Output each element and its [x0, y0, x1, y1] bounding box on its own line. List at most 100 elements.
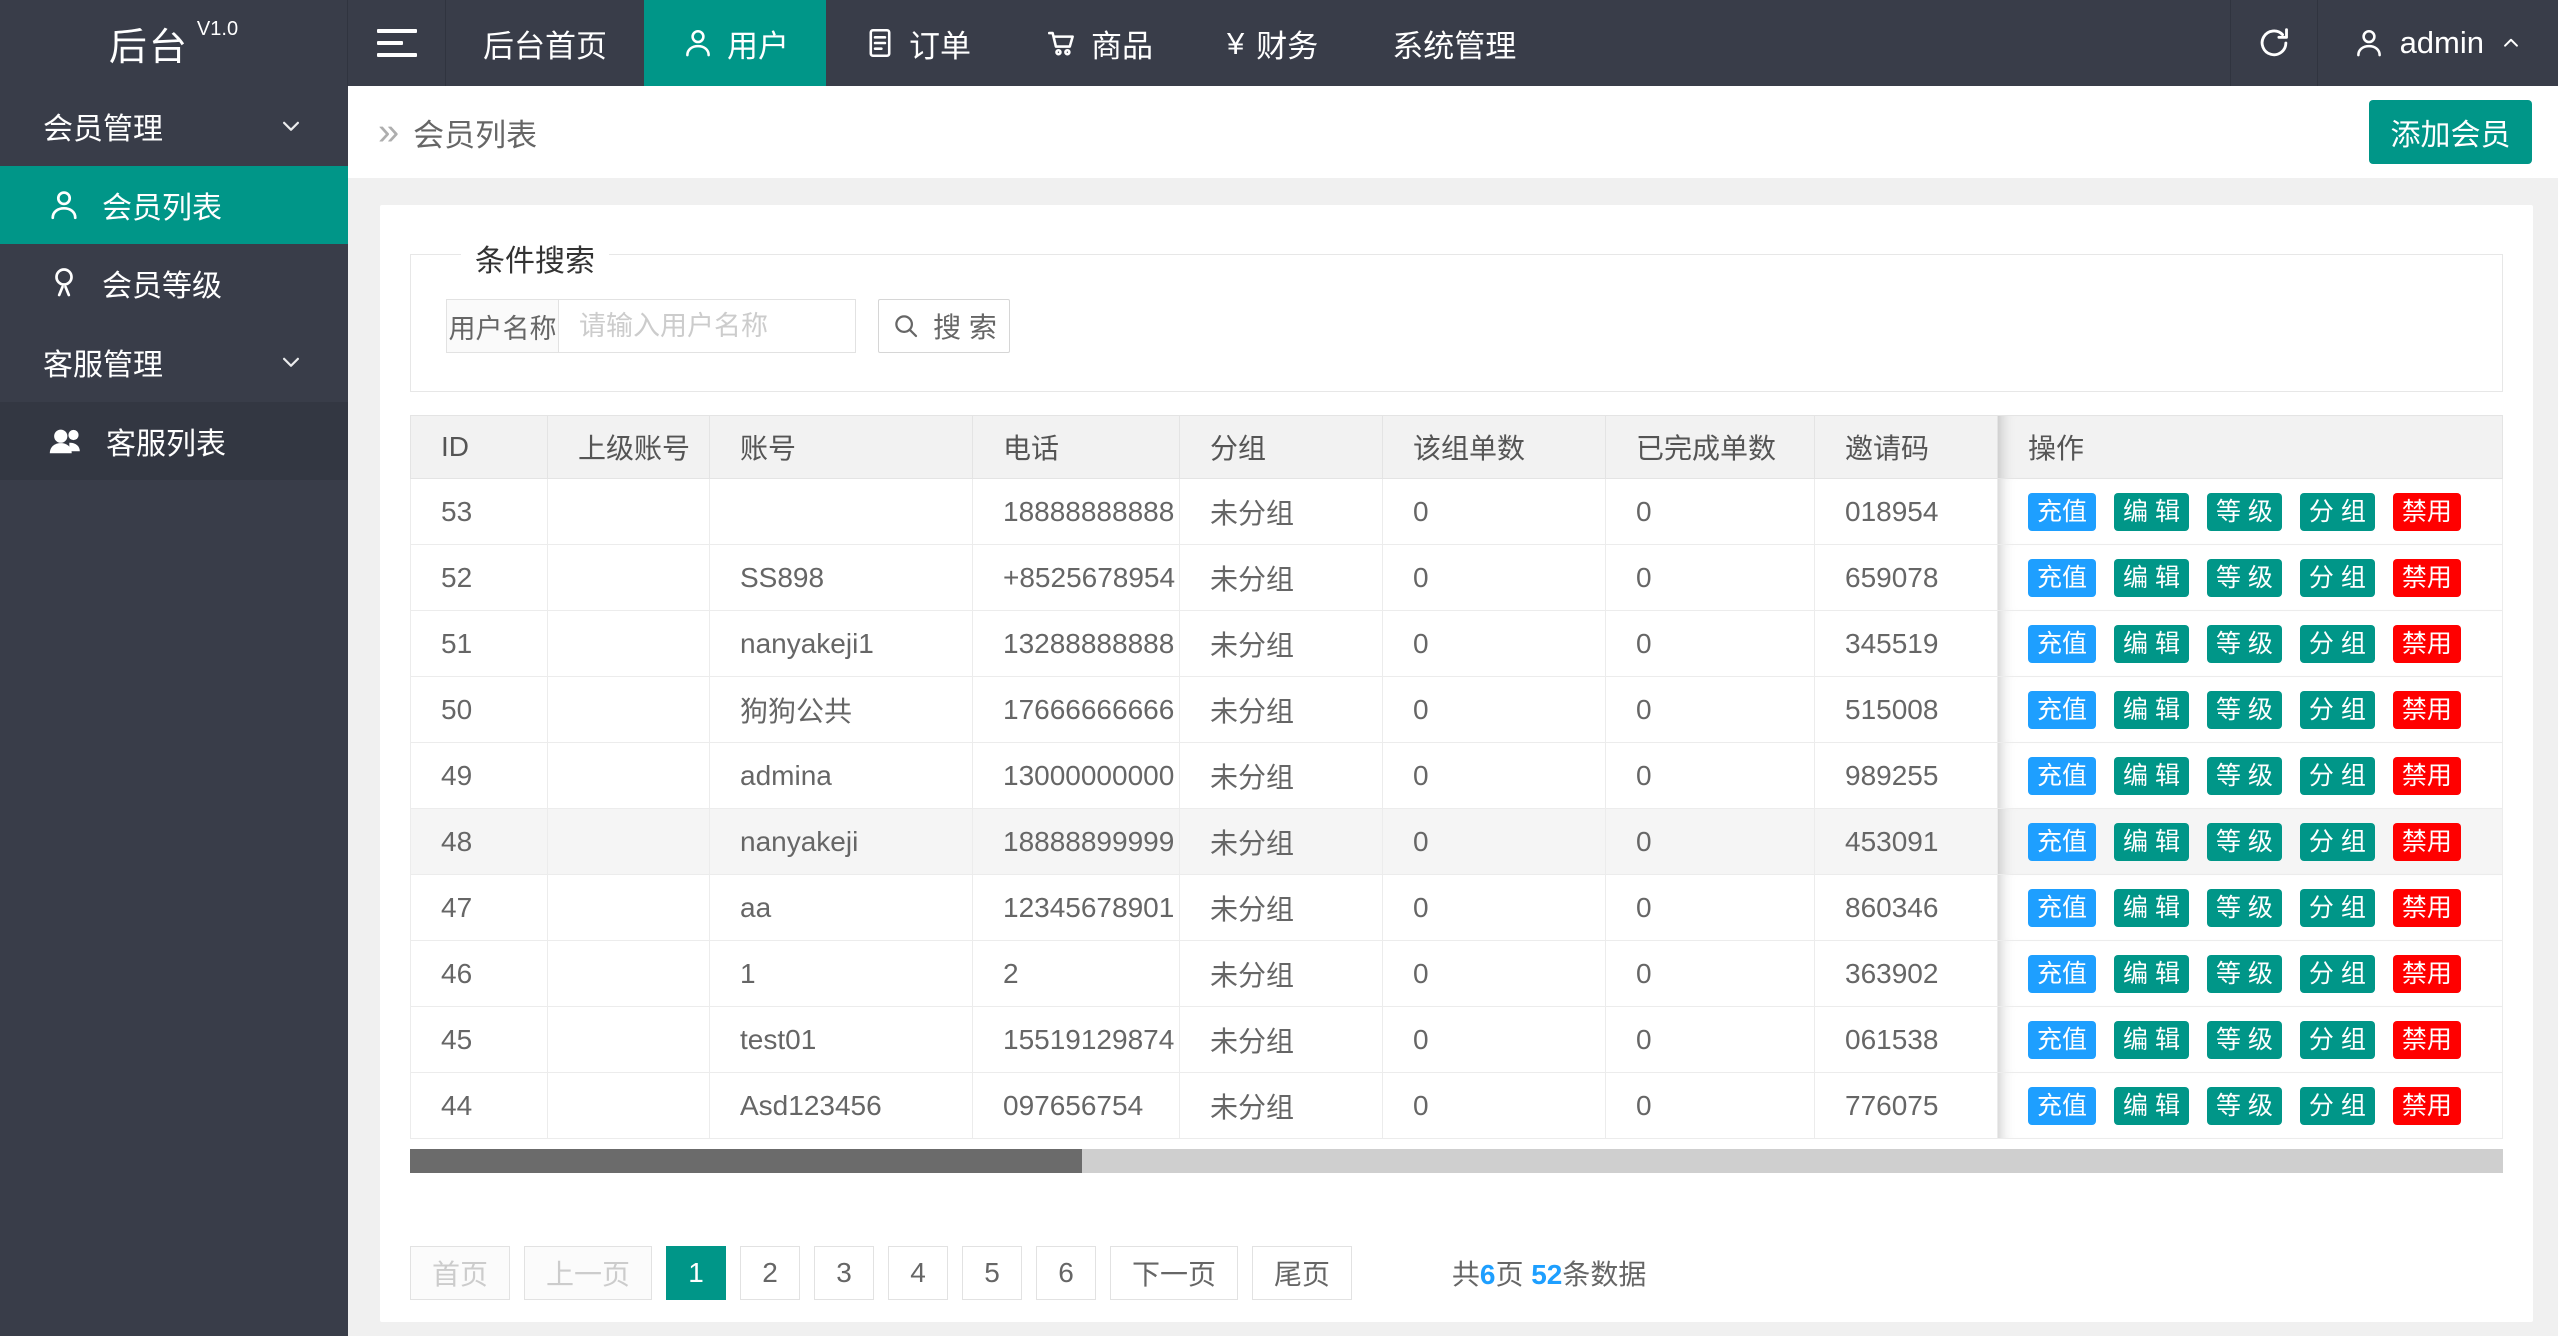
- group-button[interactable]: 分 组: [2300, 1087, 2375, 1125]
- cell-account: Asd123456: [710, 1073, 973, 1139]
- cell-id: 48: [411, 809, 548, 875]
- edit-button[interactable]: 编 辑: [2114, 559, 2189, 597]
- edit-button[interactable]: 编 辑: [2114, 1021, 2189, 1059]
- refresh-button[interactable]: [2230, 0, 2318, 86]
- recharge-button[interactable]: 充值: [2028, 1087, 2096, 1125]
- sidebar-group-3[interactable]: 客服管理: [0, 322, 348, 402]
- page-button-6[interactable]: 6: [1036, 1246, 1096, 1300]
- page-button-尾页[interactable]: 尾页: [1252, 1246, 1352, 1300]
- level-button[interactable]: 等 级: [2207, 955, 2282, 993]
- group-button[interactable]: 分 组: [2300, 625, 2375, 663]
- recharge-button[interactable]: 充值: [2028, 823, 2096, 861]
- edit-button[interactable]: 编 辑: [2114, 889, 2189, 927]
- page-button-1[interactable]: 1: [666, 1246, 726, 1300]
- level-button[interactable]: 等 级: [2207, 559, 2282, 597]
- level-button[interactable]: 等 级: [2207, 757, 2282, 795]
- edit-button[interactable]: 编 辑: [2114, 757, 2189, 795]
- disable-button[interactable]: 禁用: [2393, 691, 2461, 729]
- disable-button[interactable]: 禁用: [2393, 1087, 2461, 1125]
- group-button[interactable]: 分 组: [2300, 1021, 2375, 1059]
- recharge-button[interactable]: 充值: [2028, 493, 2096, 531]
- cell-parent: [548, 1007, 710, 1073]
- user-menu[interactable]: admin: [2318, 0, 2558, 86]
- order-icon: [863, 26, 897, 60]
- recharge-button[interactable]: 充值: [2028, 955, 2096, 993]
- group-button[interactable]: 分 组: [2300, 559, 2375, 597]
- username-search-input[interactable]: [559, 300, 855, 352]
- breadcrumb-arrow-icon: »: [378, 113, 399, 151]
- disable-button[interactable]: 禁用: [2393, 889, 2461, 927]
- disable-button[interactable]: 禁用: [2393, 493, 2461, 531]
- admin-app: 后台 V1.0 后台首页用户订单商品¥财务系统管理 admin 会员管理会员列表…: [0, 0, 2558, 1336]
- brand-title: 后台: [109, 16, 189, 71]
- cell-parent: [548, 611, 710, 677]
- cell-group_orders: 0: [1383, 809, 1606, 875]
- cell-account: nanyakeji1: [710, 611, 973, 677]
- edit-button[interactable]: 编 辑: [2114, 955, 2189, 993]
- sidebar-item-4[interactable]: 客服列表: [0, 402, 348, 480]
- sidebar-item-2[interactable]: 会员等级: [0, 244, 348, 322]
- page-button-5[interactable]: 5: [962, 1246, 1022, 1300]
- column-header: 邀请码: [1815, 416, 1998, 479]
- nav-item-order[interactable]: 订单: [826, 0, 1008, 86]
- cell-group: 未分组: [1180, 677, 1383, 743]
- edit-button[interactable]: 编 辑: [2114, 691, 2189, 729]
- group-button[interactable]: 分 组: [2300, 691, 2375, 729]
- recharge-button[interactable]: 充值: [2028, 625, 2096, 663]
- level-button[interactable]: 等 级: [2207, 823, 2282, 861]
- recharge-button[interactable]: 充值: [2028, 691, 2096, 729]
- cell-invite_code: 453091: [1815, 809, 1998, 875]
- level-button[interactable]: 等 级: [2207, 1021, 2282, 1059]
- page-button-4[interactable]: 4: [888, 1246, 948, 1300]
- disable-button[interactable]: 禁用: [2393, 1021, 2461, 1059]
- nav-item-user[interactable]: 用户: [644, 0, 826, 86]
- horizontal-scrollbar[interactable]: [410, 1149, 2503, 1173]
- disable-button[interactable]: 禁用: [2393, 823, 2461, 861]
- username-field-label: 用户名称: [447, 300, 559, 352]
- group-button[interactable]: 分 组: [2300, 955, 2375, 993]
- scrollbar-thumb[interactable]: [410, 1149, 1082, 1173]
- column-header: 该组单数: [1383, 416, 1606, 479]
- recharge-button[interactable]: 充值: [2028, 757, 2096, 795]
- page-button-3[interactable]: 3: [814, 1246, 874, 1300]
- level-button[interactable]: 等 级: [2207, 625, 2282, 663]
- nav-item-goods[interactable]: 商品: [1008, 0, 1190, 86]
- level-button[interactable]: 等 级: [2207, 889, 2282, 927]
- edit-button[interactable]: 编 辑: [2114, 823, 2189, 861]
- disable-button[interactable]: 禁用: [2393, 625, 2461, 663]
- page-button-2[interactable]: 2: [740, 1246, 800, 1300]
- group-button[interactable]: 分 组: [2300, 889, 2375, 927]
- nav-item-finance[interactable]: ¥财务: [1190, 0, 1355, 86]
- cell-completed_orders: 0: [1606, 941, 1815, 1007]
- disable-button[interactable]: 禁用: [2393, 559, 2461, 597]
- table-row: 47aa12345678901未分组00860346充值编 辑等 级分 组禁用: [411, 875, 2503, 941]
- recharge-button[interactable]: 充值: [2028, 559, 2096, 597]
- disable-button[interactable]: 禁用: [2393, 955, 2461, 993]
- nav-item-system[interactable]: 系统管理: [1355, 0, 1553, 86]
- cell-account: SS898: [710, 545, 973, 611]
- sidebar-group-0[interactable]: 会员管理: [0, 86, 348, 166]
- level-button[interactable]: 等 级: [2207, 691, 2282, 729]
- edit-button[interactable]: 编 辑: [2114, 493, 2189, 531]
- recharge-button[interactable]: 充值: [2028, 889, 2096, 927]
- cell-id: 50: [411, 677, 548, 743]
- cell-id: 45: [411, 1007, 548, 1073]
- recharge-button[interactable]: 充值: [2028, 1021, 2096, 1059]
- level-button[interactable]: 等 级: [2207, 1087, 2282, 1125]
- sidebar-item-1[interactable]: 会员列表: [0, 166, 348, 244]
- nav-item-home[interactable]: 后台首页: [446, 0, 644, 86]
- edit-button[interactable]: 编 辑: [2114, 1087, 2189, 1125]
- add-member-button[interactable]: 添加会员: [2369, 100, 2532, 164]
- edit-button[interactable]: 编 辑: [2114, 625, 2189, 663]
- cell-group_orders: 0: [1383, 1007, 1606, 1073]
- page-button-下一页[interactable]: 下一页: [1110, 1246, 1238, 1300]
- sidebar-item-label: 会员等级: [102, 261, 222, 305]
- cell-group_orders: 0: [1383, 545, 1606, 611]
- disable-button[interactable]: 禁用: [2393, 757, 2461, 795]
- group-button[interactable]: 分 组: [2300, 493, 2375, 531]
- search-button[interactable]: 搜 索: [878, 299, 1010, 353]
- group-button[interactable]: 分 组: [2300, 757, 2375, 795]
- level-button[interactable]: 等 级: [2207, 493, 2282, 531]
- collapse-menu-button[interactable]: [348, 0, 446, 86]
- group-button[interactable]: 分 组: [2300, 823, 2375, 861]
